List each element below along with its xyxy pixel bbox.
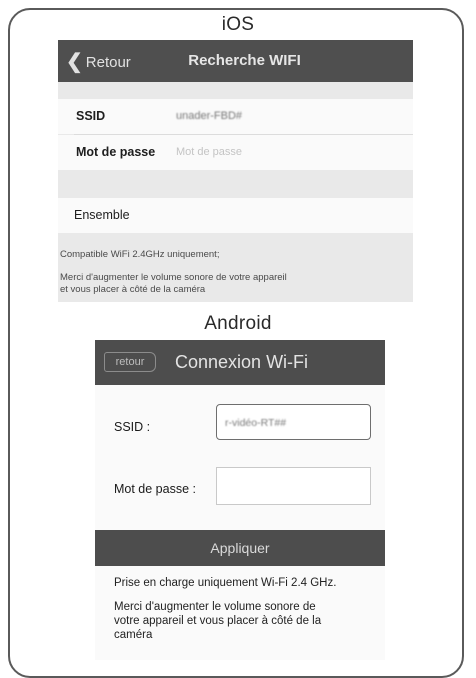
android-title: Connexion Wi-Fi bbox=[175, 352, 309, 372]
ios-volume-note-2: et vous placer à côté de la caméra bbox=[60, 284, 206, 295]
ios-password-input[interactable]: Mot de passe bbox=[176, 135, 242, 170]
android-section-label: Android bbox=[204, 313, 272, 334]
ios-password-row[interactable]: Mot de passe Mot de passe bbox=[58, 135, 413, 170]
ios-ssid-label: SSID bbox=[76, 109, 106, 123]
ios-ensemble-button[interactable]: Ensemble bbox=[58, 198, 413, 233]
android-password-input[interactable] bbox=[216, 467, 371, 505]
ios-screen: ❮ Retour Recherche WIFI SSID unader-FBD# … bbox=[58, 40, 413, 302]
android-action-bar: retour Connexion Wi-Fi bbox=[95, 340, 385, 385]
android-volume-note-1: Merci d'augmenter le volume sonore de bbox=[114, 601, 316, 613]
android-ssid-input[interactable]: r-vidéo-RT## bbox=[216, 404, 371, 440]
ios-nav-title: Recherche WIFI bbox=[188, 52, 301, 69]
android-ssid-label: SSID : bbox=[114, 420, 151, 434]
android-apply-button[interactable]: Appliquer bbox=[95, 530, 385, 566]
android-volume-note-2: votre appareil et vous placer à côté de … bbox=[114, 615, 322, 627]
ios-section-label: iOS bbox=[221, 14, 255, 35]
ios-compat-note: Compatible WiFi 2.4GHz uniquement; bbox=[60, 249, 220, 260]
android-screen: retour Connexion Wi-Fi SSID : r-vidéo-RT… bbox=[95, 340, 385, 660]
ios-ensemble-label: Ensemble bbox=[74, 208, 130, 222]
android-support-note: Prise en charge uniquement Wi-Fi 2.4 GHz… bbox=[114, 577, 337, 589]
android-volume-note-3: caméra bbox=[114, 629, 153, 641]
android-password-label: Mot de passe : bbox=[114, 482, 196, 496]
ios-nav-bar: ❮ Retour Recherche WIFI bbox=[58, 40, 413, 82]
android-ssid-value: r-vidéo-RT## bbox=[225, 417, 287, 429]
android-back-button[interactable]: retour bbox=[104, 352, 156, 372]
ios-ssid-value[interactable]: unader-FBD# bbox=[176, 99, 242, 134]
ios-ssid-row[interactable]: SSID unader-FBD# bbox=[58, 99, 413, 134]
ios-password-label: Mot de passe bbox=[76, 145, 156, 159]
ios-volume-note-1: Merci d'augmenter le volume sonore de vo… bbox=[60, 272, 287, 283]
